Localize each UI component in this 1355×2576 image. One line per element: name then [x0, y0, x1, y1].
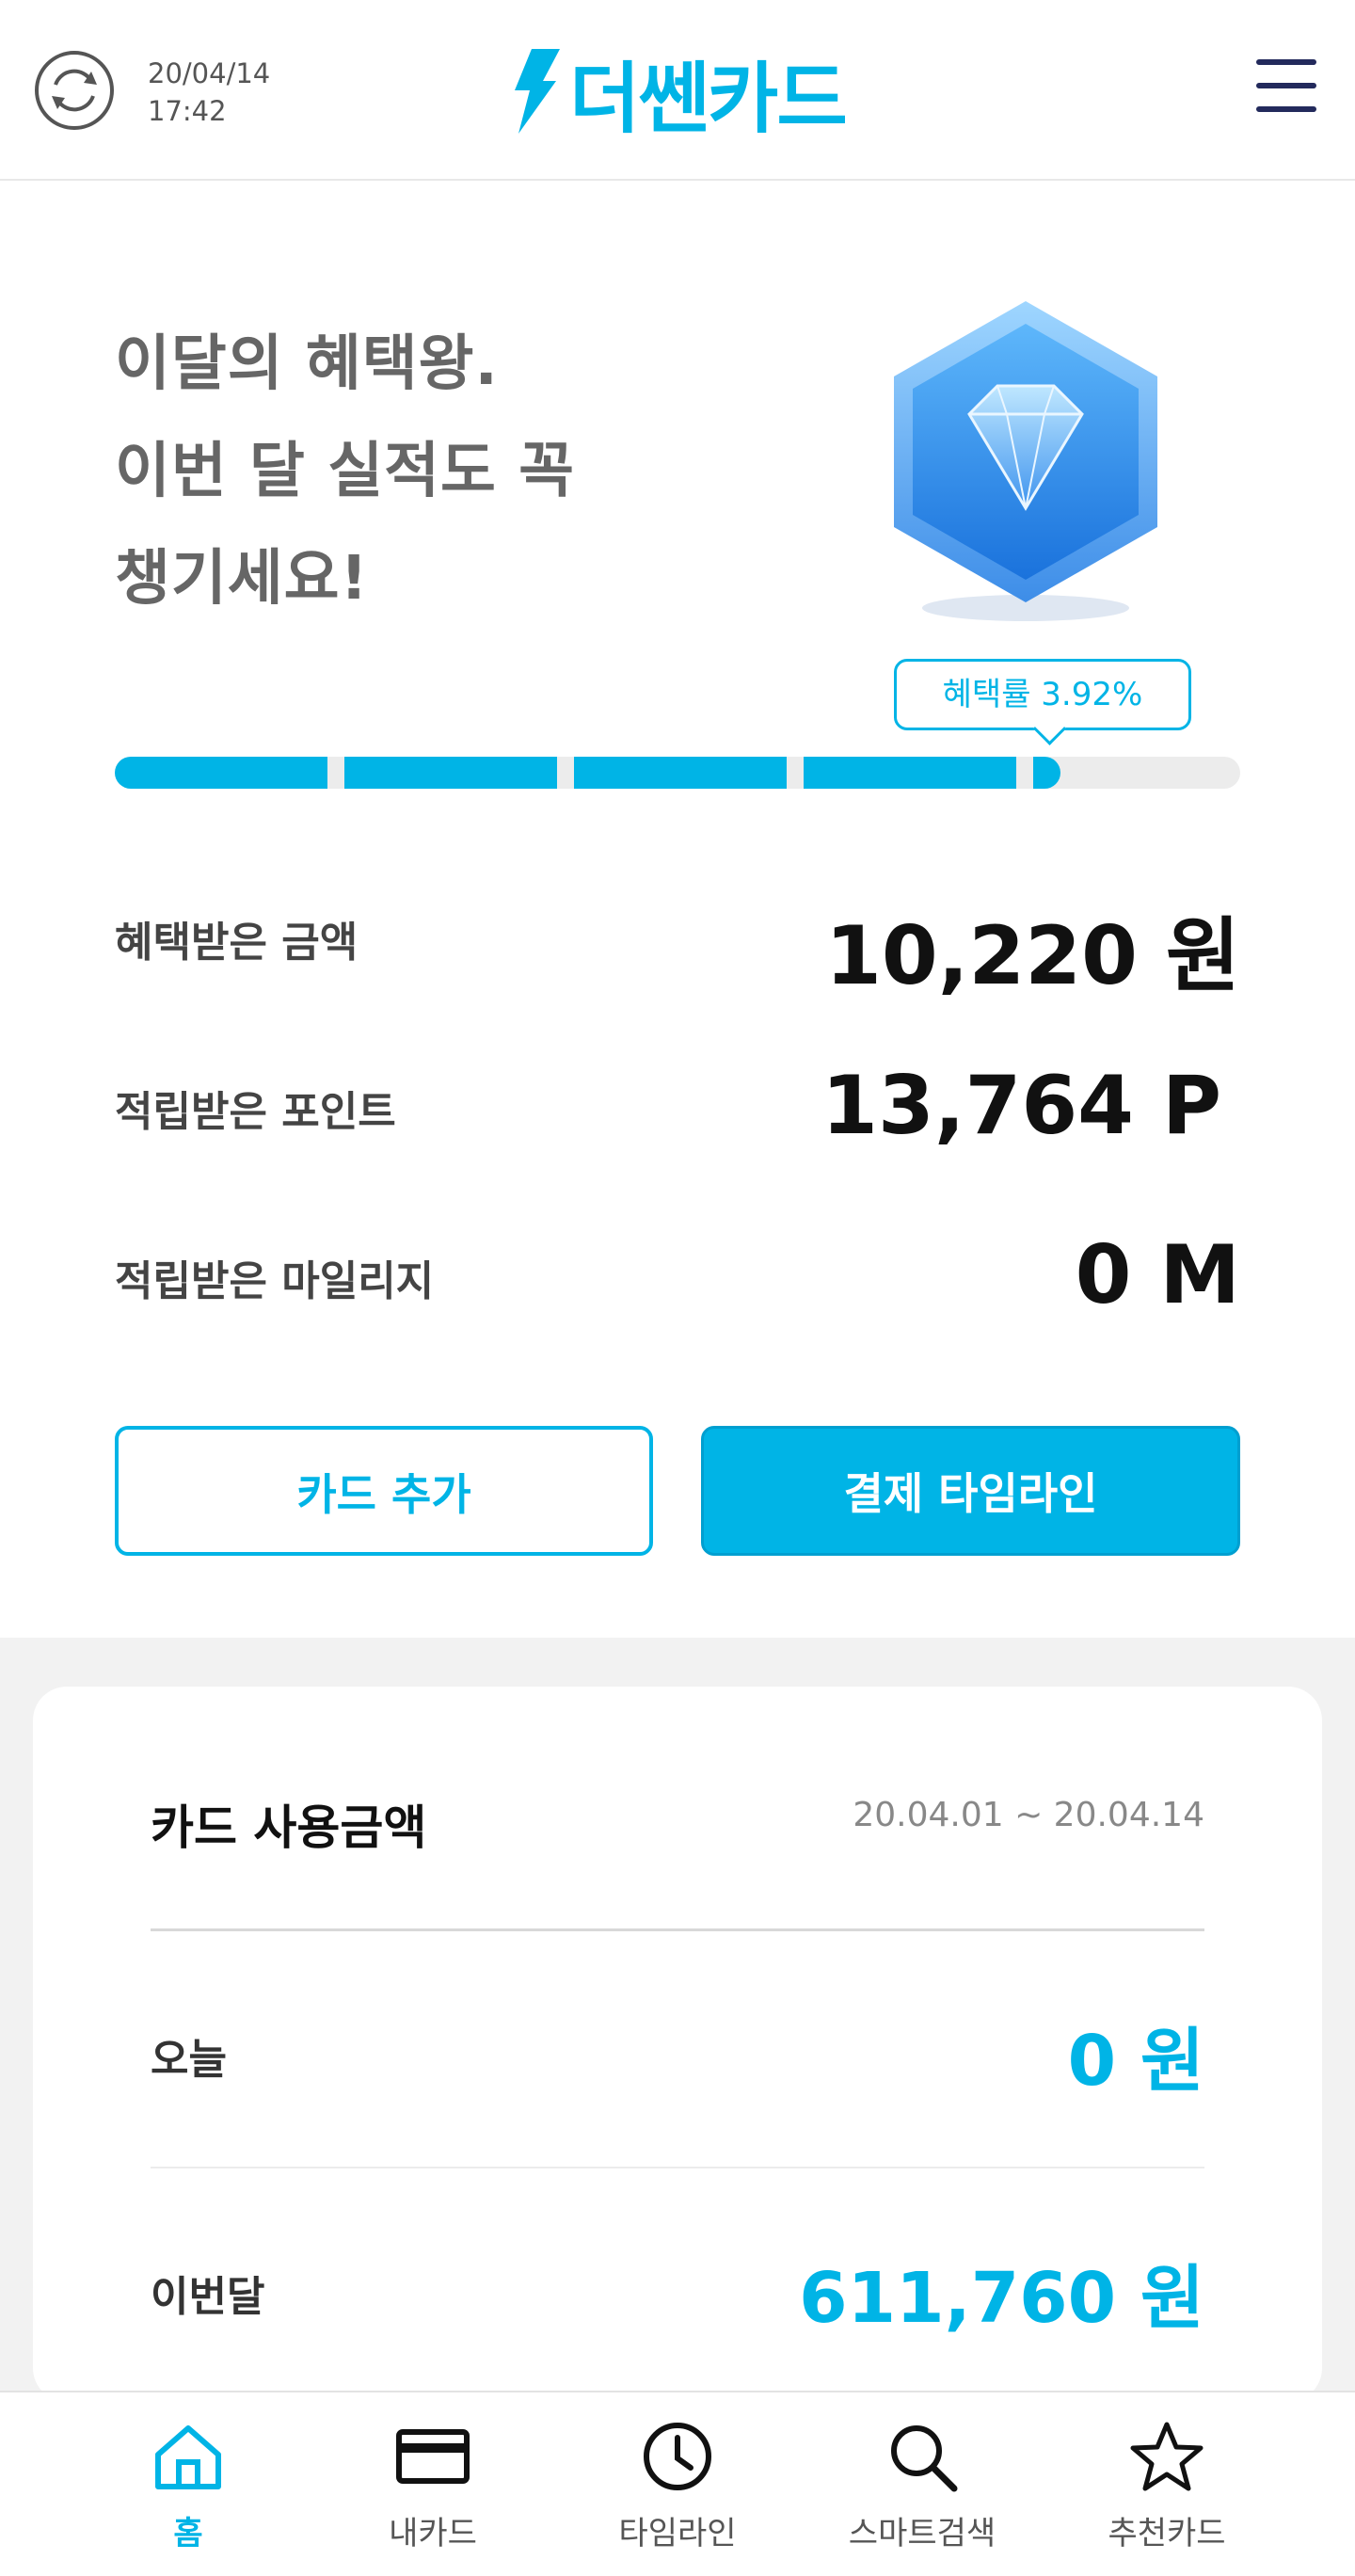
- nav-item-smart-search[interactable]: 스마트검색: [819, 2392, 1026, 2576]
- nav-label-recommended-cards: 추천카드: [1108, 2515, 1226, 2552]
- search-icon: [891, 2425, 958, 2492]
- hero-headline: 이달의 혜택왕. 이번 달 실적도 꼭 챙기세요!: [115, 311, 575, 632]
- app-header: 20/04/14 17:42 더쎈카드: [0, 0, 1355, 181]
- mileage-earned-value: 0 M: [1075, 1228, 1240, 1322]
- headline-line-3: 챙기세요!: [115, 544, 369, 614]
- payment-timeline-button[interactable]: 결제 타임라인: [701, 1426, 1240, 1556]
- benefit-progress-segment: [574, 757, 787, 789]
- card-usage-panel: 카드 사용금액 20.04.01 ~ 20.04.14 오늘 0 원 이번달 6…: [33, 1687, 1322, 2402]
- app-logo: 더쎈카드: [513, 49, 848, 144]
- nav-label-smart-search: 스마트검색: [848, 2515, 996, 2552]
- nav-label-my-cards: 내카드: [389, 2515, 477, 2552]
- points-earned-value: 13,764 P: [821, 1059, 1221, 1153]
- mileage-earned-label: 적립받은 마일리지: [115, 1257, 435, 1305]
- nav-item-home[interactable]: 홈: [85, 2392, 292, 2576]
- star-icon: [1130, 2422, 1204, 2491]
- sync-time: 17:42: [148, 95, 227, 127]
- divider: [151, 2167, 1204, 2168]
- nav-item-recommended-cards[interactable]: 추천카드: [1063, 2392, 1270, 2576]
- usage-this-month-label: 이번달: [151, 2273, 265, 2321]
- lightning-icon: [515, 49, 560, 134]
- clock-icon: [644, 2423, 711, 2490]
- headline-line-2: 이번 달 실적도 꼭: [115, 437, 576, 506]
- nav-label-timeline: 타임라인: [618, 2515, 737, 2552]
- card-usage-date-range: 20.04.01 ~ 20.04.14: [853, 1796, 1204, 1834]
- benefit-amount-value: 10,220 원: [825, 909, 1240, 1003]
- hamburger-menu-icon[interactable]: [1256, 59, 1320, 118]
- nav-item-timeline[interactable]: 타임라인: [574, 2392, 781, 2576]
- benefit-progress-segment: [115, 757, 327, 789]
- usage-today-value: 0 원: [1067, 2021, 1204, 2102]
- points-earned-label: 적립받은 포인트: [115, 1088, 396, 1136]
- benefit-rate-tooltip: 혜택률 3.92%: [894, 659, 1191, 730]
- add-card-button[interactable]: 카드 추가: [115, 1426, 653, 1556]
- home-icon: [155, 2425, 221, 2489]
- divider: [151, 1928, 1204, 1931]
- benefit-progress-segment: [344, 757, 557, 789]
- headline-line-1: 이달의 혜택왕.: [115, 329, 499, 399]
- refresh-icon[interactable]: [33, 49, 116, 132]
- card-usage-title: 카드 사용금액: [151, 1800, 427, 1855]
- sync-date: 20/04/14: [148, 57, 271, 89]
- benefit-progress-segment: [804, 757, 1016, 789]
- usage-this-month-value: 611,760 원: [799, 2258, 1204, 2339]
- benefit-summary: 혜택률 3.92% 혜택받은 금액 10,220 원 적립받은 포인트 13,7…: [115, 649, 1240, 1346]
- usage-today-label: 오늘: [151, 2036, 227, 2084]
- card-icon: [396, 2429, 470, 2484]
- last-sync-datetime: 20/04/14 17:42: [148, 55, 270, 130]
- logo-text: 더쎈카드: [569, 54, 848, 144]
- diamond-badge-icon: [894, 301, 1157, 621]
- bottom-navigation: 홈 내카드 타임라인 스마트검색 추천카드: [0, 2391, 1355, 2576]
- nav-label-home: 홈: [173, 2515, 203, 2552]
- benefit-amount-label: 혜택받은 금액: [115, 919, 359, 967]
- nav-item-my-cards[interactable]: 내카드: [329, 2392, 536, 2576]
